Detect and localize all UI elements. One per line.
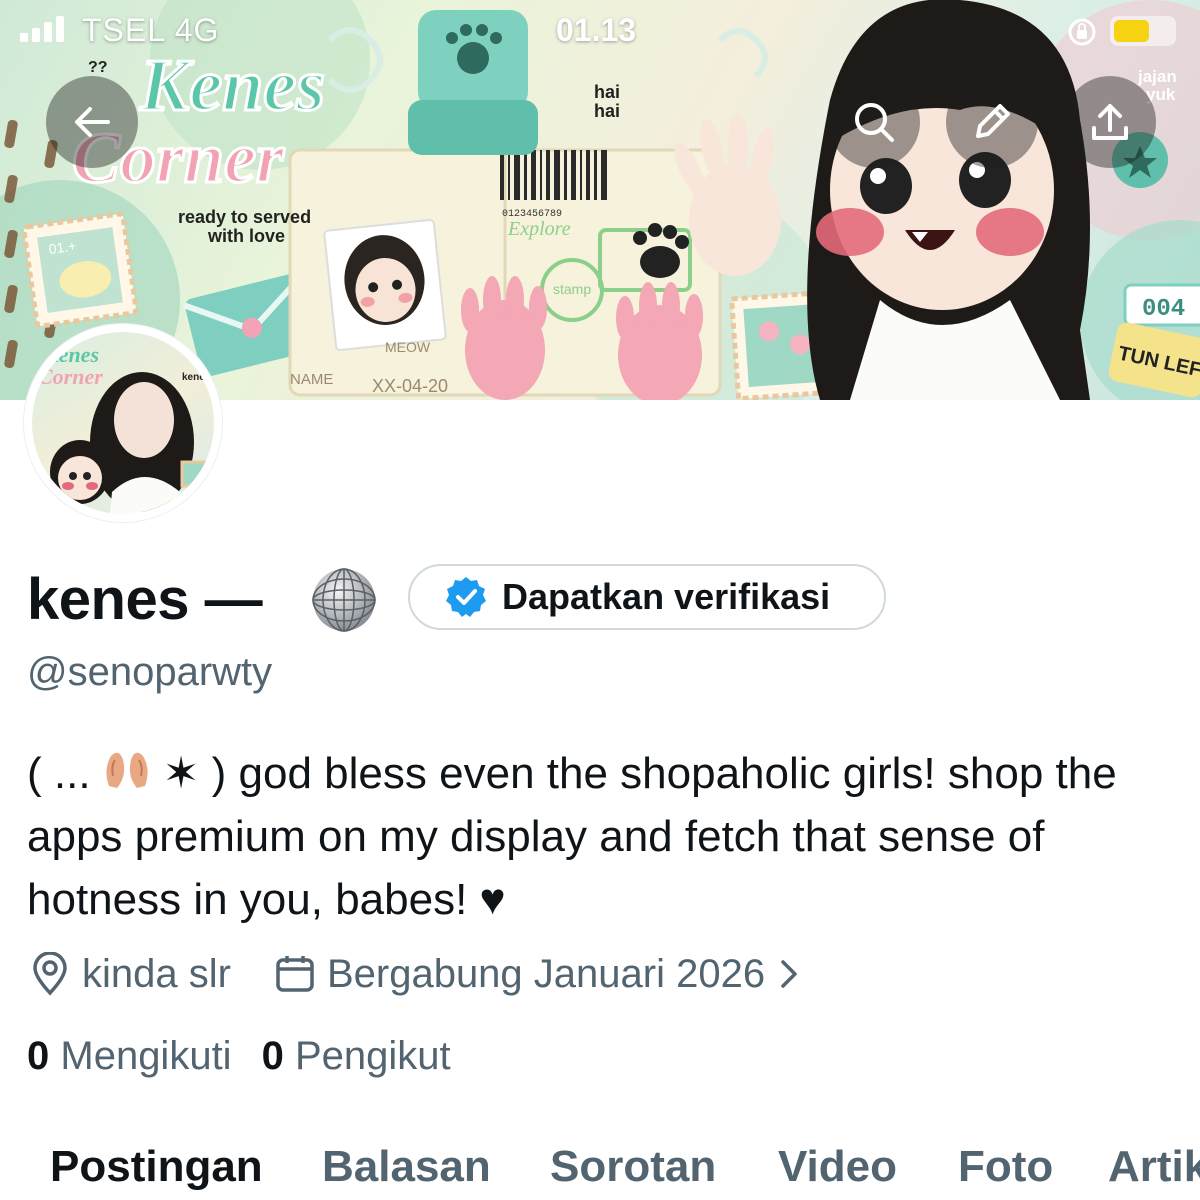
bio-star: ✶ ) xyxy=(162,749,227,798)
share-icon xyxy=(1092,104,1128,140)
battery-icon xyxy=(1110,16,1176,46)
avatar-illustration: Kenes Corner kenes xyxy=(38,342,211,514)
avatar-title-line2: Corner xyxy=(38,364,103,389)
tab-balasan[interactable]: Balasan xyxy=(322,1130,491,1192)
get-verified-label: Dapatkan verifikasi xyxy=(502,576,831,617)
banner-jajan: jajan xyxy=(1137,67,1177,86)
followers-stat[interactable]: 0 Pengikut xyxy=(262,1034,451,1079)
bio-prefix: ( ... xyxy=(27,749,91,798)
followers-count: 0 xyxy=(261,1034,284,1078)
tab-postingan[interactable]: Postingan xyxy=(50,1130,263,1192)
profile-tabs: Postingan Balasan Sorotan Video Foto Art… xyxy=(0,1130,1200,1200)
calendar-icon xyxy=(276,956,314,992)
ears-emoji-icon xyxy=(105,752,148,788)
banner-meow: MEOW xyxy=(385,339,431,355)
battery-level-fill xyxy=(1114,20,1149,42)
banner-tagline-line1: ready to served xyxy=(178,207,311,227)
avatar-image: Kenes Corner kenes xyxy=(32,332,214,514)
banner-stamp-no: 004 xyxy=(1142,296,1185,323)
banner-hai2: hai xyxy=(594,101,620,121)
location-text: kinda slr xyxy=(82,951,231,996)
banner-explore: Explore xyxy=(507,218,571,240)
clock-time: 01.13 xyxy=(556,12,637,48)
banner-hai: hai xyxy=(594,82,620,102)
get-verified-button[interactable]: Dapatkan verifikasi xyxy=(408,564,886,630)
search-button[interactable] xyxy=(828,76,920,168)
chevron-right-icon xyxy=(781,960,797,988)
display-name: kenes — xyxy=(27,567,263,632)
profile-avatar[interactable]: Kenes Corner kenes xyxy=(24,324,222,522)
disco-ball-icon xyxy=(312,568,376,632)
banner-tagline-line2: with love xyxy=(207,226,285,246)
share-button[interactable] xyxy=(1064,76,1156,168)
edit-button[interactable] xyxy=(946,76,1038,168)
following-count: 0 xyxy=(27,1034,50,1078)
banner-name-label: NAME xyxy=(290,371,333,388)
banner-stamp-word: stamp xyxy=(553,281,591,297)
rotation-lock-icon xyxy=(1068,18,1096,46)
signal-strength-icon xyxy=(20,16,64,42)
joined-date-text: Bergabung Januari 2026 xyxy=(326,951,766,996)
location-pin-icon xyxy=(33,952,67,996)
location-item: kinda slr xyxy=(30,952,231,997)
tab-sorotan[interactable]: Sorotan xyxy=(550,1130,716,1192)
user-handle: @senoparwty xyxy=(27,650,273,694)
banner-date-label: XX-04-20 xyxy=(372,376,448,396)
follow-stats: 0 Mengikuti 0 Pengikut xyxy=(27,1034,481,1079)
profile-banner: ?? Kenes Corner ready to served with lov… xyxy=(0,0,1200,400)
search-icon xyxy=(855,103,894,142)
tab-artikel[interactable]: Artik xyxy=(1108,1130,1200,1192)
tab-foto[interactable]: Foto xyxy=(958,1130,1053,1192)
profile-bio: ( ... ✶ ) god bless even the shopaholic … xyxy=(27,742,1177,931)
pencil-icon xyxy=(976,104,1010,138)
profile-meta: kinda slr Bergabung Januari 2026 xyxy=(30,946,811,1002)
following-stat[interactable]: 0 Mengikuti xyxy=(27,1034,232,1079)
banner-barcode-num: 0123456789 xyxy=(502,209,562,220)
followers-label: Pengikut xyxy=(294,1034,451,1078)
tab-video[interactable]: Video xyxy=(778,1130,897,1192)
joined-date-item[interactable]: Bergabung Januari 2026 xyxy=(275,952,811,997)
back-button[interactable] xyxy=(46,76,138,168)
carrier-label: TSEL 4G xyxy=(82,12,220,48)
verified-badge-icon xyxy=(446,577,486,617)
back-arrow-icon xyxy=(75,107,110,137)
bio-heart: ♥ xyxy=(479,875,506,924)
status-bar: TSEL 4G 01.13 xyxy=(0,0,1200,64)
avatar-tag: kenes xyxy=(182,372,211,383)
following-label: Mengikuti xyxy=(60,1034,232,1078)
